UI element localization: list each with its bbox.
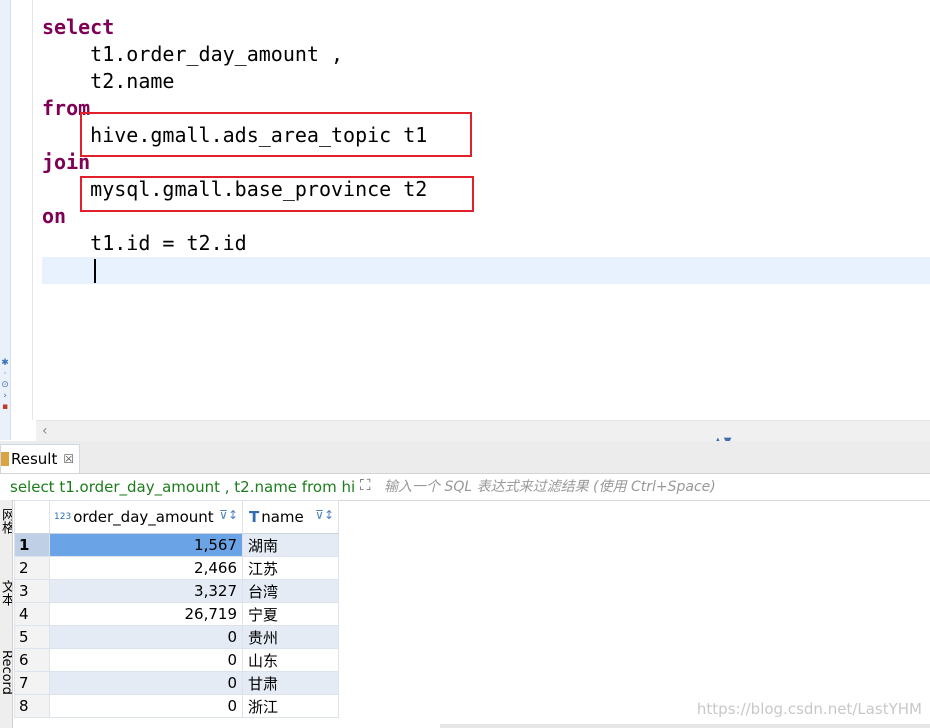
tab-record-view[interactable]: Record — [0, 650, 12, 695]
cell-name[interactable]: 山东 — [242, 648, 339, 672]
code-line: t2.name — [42, 69, 175, 93]
cell-name[interactable]: 湖南 — [242, 533, 339, 557]
tab-text-view[interactable]: 文本 — [0, 580, 12, 606]
row-number[interactable]: 7 — [14, 671, 50, 695]
cell-amount[interactable]: 26,719 — [49, 602, 243, 626]
scroll-left-icon[interactable]: ‹ — [42, 421, 48, 441]
row-number[interactable]: 4 — [14, 602, 50, 626]
row-number[interactable]: 5 — [14, 625, 50, 649]
column-header-order-day-amount[interactable]: 123 order_day_amount ⊽↕ — [49, 500, 243, 534]
tab-result-label: Result — [11, 450, 58, 468]
cell-name[interactable]: 宁夏 — [242, 602, 339, 626]
link-icon[interactable]: ⊙ — [0, 380, 10, 391]
row-number[interactable]: 8 — [14, 694, 50, 718]
cell-name[interactable]: 贵州 — [242, 625, 339, 649]
text-type-icon: T — [249, 508, 260, 526]
query-text-label: select t1.order_day_amount , t2.name fro… — [10, 478, 354, 496]
code-line: t1.id = t2.id — [42, 231, 247, 255]
table-row[interactable]: 8 0 浙江 — [14, 694, 339, 718]
cell-name[interactable]: 甘肃 — [242, 671, 339, 695]
outline-icon[interactable]: ✱ — [0, 358, 10, 369]
cell-name[interactable]: 江苏 — [242, 556, 339, 580]
text-caret — [94, 259, 96, 283]
result-grid-icon — [1, 452, 9, 466]
chevron-icon[interactable]: › — [0, 391, 10, 402]
grid-horizontal-scrollbar[interactable] — [440, 724, 930, 728]
filter-input[interactable]: 输入一个 SQL 表达式来过滤结果 (使用 Ctrl+Space) — [384, 474, 716, 500]
highlight-box-hive-table — [80, 112, 472, 157]
column-header-label: order_day_amount — [73, 508, 214, 526]
table-row[interactable]: 5 0 贵州 — [14, 625, 339, 649]
grid-corner[interactable] — [14, 500, 50, 534]
numeric-type-icon: 123 — [54, 512, 72, 522]
table-row[interactable]: 1 1,567 湖南 — [14, 533, 339, 557]
filter-bar: select t1.order_day_amount , t2.name fro… — [0, 474, 930, 501]
table-row[interactable]: 4 26,719 宁夏 — [14, 602, 339, 626]
view-mode-tabs: 网格 文本 Record — [0, 500, 13, 728]
editor-gutter-divider — [32, 0, 33, 420]
table-row[interactable]: 2 2,466 江苏 — [14, 556, 339, 580]
cell-amount[interactable]: 1,567 — [49, 533, 243, 557]
column-header-name[interactable]: T name ⊽↕ — [242, 500, 339, 534]
close-icon[interactable]: ☒ — [63, 452, 74, 466]
cell-name[interactable]: 浙江 — [242, 694, 339, 718]
filter-sort-icon[interactable]: ⊽↕ — [219, 508, 238, 522]
left-toolbar-strip: ✱ · ⊙ › ▪ — [0, 0, 11, 440]
expand-icon[interactable]: ⛶ — [360, 476, 371, 494]
cell-amount[interactable]: 3,327 — [49, 579, 243, 603]
tab-result[interactable]: Result ☒ — [0, 444, 80, 473]
code-line: t1.order_day_amount , — [42, 42, 344, 66]
table-row[interactable]: 7 0 甘肃 — [14, 671, 339, 695]
cell-amount[interactable]: 0 — [49, 648, 243, 672]
result-tab-bar: Result ☒ — [0, 441, 930, 474]
sql-editor[interactable]: select t1.order_day_amount , t2.name fro… — [0, 0, 930, 420]
error-marker-icon: ▪ — [1, 402, 9, 412]
filter-sort-icon[interactable]: ⊽↕ — [315, 508, 334, 522]
code-line: select — [42, 15, 115, 39]
highlight-box-mysql-table — [80, 176, 474, 212]
cell-amount[interactable]: 0 — [49, 694, 243, 718]
dot-icon: · — [3, 369, 7, 379]
table-row[interactable]: 3 3,327 台湾 — [14, 579, 339, 603]
row-number[interactable]: 6 — [14, 648, 50, 672]
column-header-label: name — [261, 508, 304, 526]
result-grid[interactable]: 123 order_day_amount ⊽↕ T name ⊽↕ 1 1,56… — [14, 500, 339, 718]
editor-horizontal-scrollbar[interactable]: ‹ — [36, 420, 930, 441]
cell-amount[interactable]: 0 — [49, 671, 243, 695]
cell-amount[interactable]: 0 — [49, 625, 243, 649]
row-number[interactable]: 1 — [14, 533, 50, 557]
cell-name[interactable]: 台湾 — [242, 579, 339, 603]
row-number[interactable]: 3 — [14, 579, 50, 603]
table-row[interactable]: 6 0 山东 — [14, 648, 339, 672]
row-number[interactable]: 2 — [14, 556, 50, 580]
tab-grid-view[interactable]: 网格 — [0, 508, 12, 534]
cell-amount[interactable]: 2,466 — [49, 556, 243, 580]
watermark: https://blog.csdn.net/LastYHM — [696, 700, 922, 718]
